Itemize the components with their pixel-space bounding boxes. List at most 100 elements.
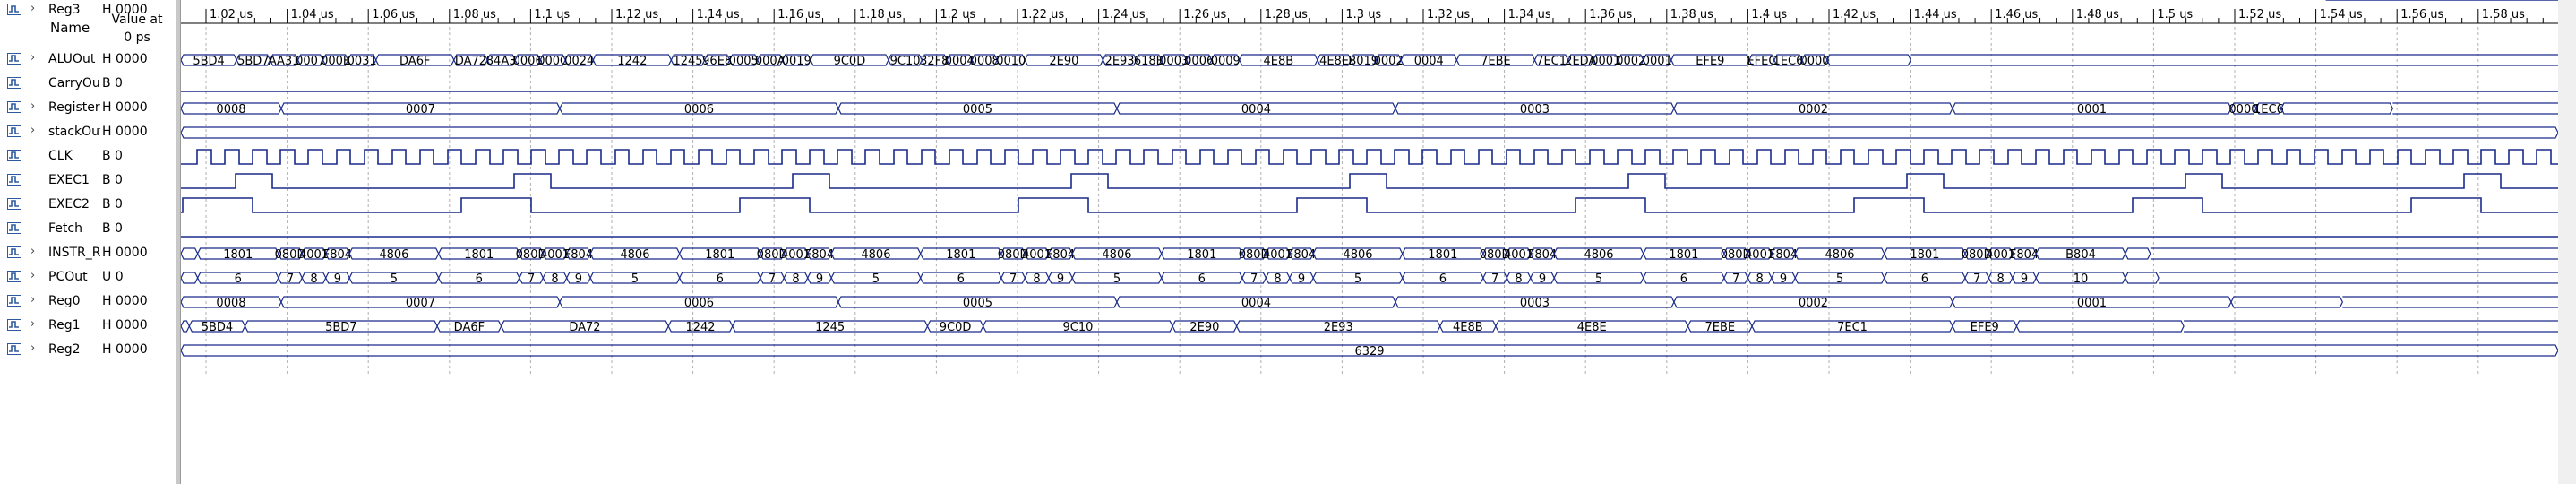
signal-name: Reg1 <box>48 318 81 333</box>
timeline-label: 1.42 us <box>1833 8 1876 22</box>
bus-segment <box>2125 247 2151 260</box>
signal-icon <box>7 4 21 15</box>
signal-name: CLK <box>48 149 73 163</box>
signal-icon <box>7 77 21 89</box>
bus-value: 4E8B <box>1263 55 1293 68</box>
bus-value: 96E8 <box>946 0 975 4</box>
bus-value: 1801 <box>464 248 494 262</box>
digital-trace <box>181 173 2558 189</box>
bus-value: 0006 <box>684 103 714 117</box>
signal-row-reg2[interactable]: › Reg2 H 0000 <box>0 340 176 364</box>
signal-icon <box>7 174 21 186</box>
bus-value: 0004 <box>1414 55 1444 68</box>
bus-value: 32F8 <box>1225 0 1254 4</box>
signal-value: U 0 <box>102 270 124 284</box>
bus-value: 84A3 <box>667 0 698 4</box>
bus-value: F804 <box>564 248 593 262</box>
bus-value: 7EC1 <box>1536 55 1567 68</box>
expand-chevron-icon[interactable]: › <box>30 341 35 355</box>
expand-chevron-icon[interactable]: › <box>30 269 35 282</box>
signal-icon <box>7 198 21 210</box>
bus-value: 1801 <box>223 248 253 262</box>
signal-row-aluout[interactable]: › ALUOut H 0000 <box>0 49 176 73</box>
bus-value: 0031 <box>348 55 377 68</box>
expand-chevron-icon[interactable]: › <box>30 317 35 331</box>
signal-row-reg1[interactable]: › Reg1 H 0000 <box>0 315 176 340</box>
timeline-label: 1.3 us <box>1345 8 1381 22</box>
bus-value: 7 <box>1009 272 1017 286</box>
signal-row-fetch[interactable]: Fetch B 0 <box>0 219 176 243</box>
expand-chevron-icon[interactable]: › <box>30 51 35 65</box>
waveform-pane[interactable]: 1.02 us 1.04 us 1.06 us 1.08 us 1.1 us 1.12 u… <box>181 0 2576 484</box>
signal-row-exec1[interactable]: EXEC1 B 0 <box>0 170 176 194</box>
expand-chevron-icon[interactable]: › <box>30 2 35 15</box>
bus-value: AA31 <box>388 0 419 4</box>
bus-value: 6329 <box>1354 345 1384 359</box>
expand-chevron-icon[interactable]: › <box>30 99 35 113</box>
bus-value: 0001 <box>1643 55 1672 68</box>
expand-chevron-icon[interactable]: › <box>30 293 35 307</box>
bus-value: 6 <box>1198 272 1206 286</box>
bus-value: 7 <box>1250 272 1258 286</box>
signal-name: stackOut <box>48 125 100 139</box>
signal-row-stackout[interactable]: › stackOut H 0000 <box>0 122 176 146</box>
signal-icon <box>7 150 21 161</box>
expand-chevron-icon[interactable]: › <box>30 124 35 137</box>
bus-value: 4806 <box>379 248 408 262</box>
bus-value: 8 <box>1756 272 1763 286</box>
bus-segment <box>2015 320 2185 333</box>
timeline-label: 1.16 us <box>777 8 820 22</box>
signal-value: H 0000 <box>102 100 148 115</box>
timeline-label: 1.1 us <box>534 8 570 22</box>
signal-row-pcout[interactable]: › PCOut U 0 <box>0 267 176 291</box>
bus-value: 1801 <box>1428 248 1457 262</box>
bus-segment <box>181 247 199 260</box>
bus-value: 8 <box>310 272 317 286</box>
signal-row-exec2[interactable]: EXEC2 B 0 <box>0 194 176 219</box>
signal-row-registerout[interactable]: › RegisterOutH 0000 <box>0 98 176 122</box>
bus-value: F804 <box>1528 248 1557 262</box>
waveform-canvas[interactable]: 1.02 us 1.04 us 1.06 us 1.08 us 1.1 us 1.12 u… <box>181 0 2558 484</box>
expand-chevron-icon[interactable]: › <box>30 245 35 258</box>
timeline-label: 1.28 us <box>1265 8 1308 22</box>
signal-row-reg3[interactable]: › Reg3 H 0000 <box>0 0 176 24</box>
signal-row-carryout[interactable]: CarryOut B 0 <box>0 73 176 98</box>
timeline-label: 1.34 us <box>1508 8 1551 22</box>
bus-value: 5 <box>391 272 398 286</box>
bus-value: 0008 <box>216 297 245 310</box>
bus-value: DA72 <box>455 55 486 68</box>
bus-value: 1245 <box>673 55 702 68</box>
timeline-label: 1.58 us <box>2482 8 2525 22</box>
timeline-label: 1.32 us <box>1427 8 1470 22</box>
signal-name: Fetch <box>48 221 82 236</box>
bus-value: 4E8E <box>1577 321 1607 334</box>
bus-value: 5 <box>872 272 880 286</box>
bus-value: 8 <box>1515 272 1522 286</box>
timeline-label: 1.06 us <box>372 8 415 22</box>
timeline-label: 1.18 us <box>859 8 902 22</box>
bus-value: 8 <box>1996 272 2004 286</box>
bus-value: 0004 <box>1241 103 1271 117</box>
vertical-scrollbar[interactable] <box>2558 0 2576 484</box>
signal-name: Reg3 <box>48 3 81 17</box>
timeline-label: 1.44 us <box>1914 8 1957 22</box>
bus-value: 0005 <box>963 297 992 310</box>
signal-value: H 0000 <box>102 294 148 308</box>
bus-value: 0006 <box>684 297 714 310</box>
signal-icon <box>7 101 21 113</box>
bus-value: 6 <box>717 272 724 286</box>
bus-value: 6 <box>957 272 965 286</box>
bus-value: 1801 <box>1187 248 1216 262</box>
signal-row-clk[interactable]: CLK B 0 <box>0 146 176 170</box>
bus-value: 9 <box>334 272 341 286</box>
bus-value: B804 <box>2065 248 2096 262</box>
bus-value: 1801 <box>705 248 734 262</box>
signal-row-instr_reg[interactable]: › INSTR_REGH 0000 <box>0 243 176 267</box>
signal-value: B 0 <box>102 76 123 91</box>
bus-value: 2E93 <box>1105 55 1135 68</box>
signal-value: H 0000 <box>102 52 148 66</box>
signal-row-reg0[interactable]: › Reg0 H 0000 <box>0 291 176 315</box>
signal-icon <box>7 222 21 234</box>
signal-value: H 0000 <box>102 3 148 17</box>
signal-value: B 0 <box>102 173 123 187</box>
